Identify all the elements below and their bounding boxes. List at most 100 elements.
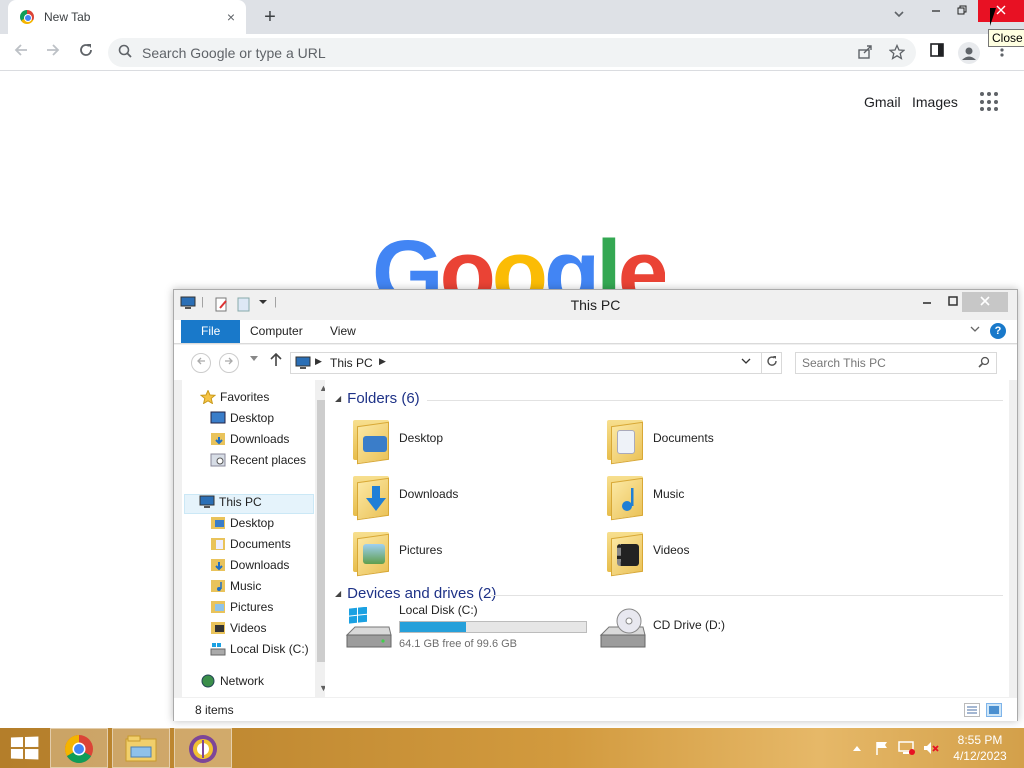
large-icons-view-icon[interactable] <box>986 703 1002 717</box>
back-icon[interactable] <box>10 42 32 64</box>
nav-fav-downloads[interactable]: Downloads <box>210 432 289 452</box>
start-button[interactable] <box>0 728 48 768</box>
this-pc-icon <box>295 356 311 370</box>
taskbar-chrome[interactable] <box>50 728 108 768</box>
nav-this-pc[interactable]: This PC <box>184 494 314 514</box>
images-link[interactable]: Images <box>912 94 958 110</box>
nav-label: Pictures <box>230 600 274 614</box>
folder-label: Downloads <box>399 487 459 501</box>
apps-grid-icon[interactable] <box>980 92 1000 112</box>
logo-letter: e <box>617 222 665 292</box>
back-icon[interactable] <box>191 353 211 373</box>
collapse-triangle-icon[interactable]: ◢ <box>335 394 341 403</box>
forward-icon[interactable] <box>219 353 239 373</box>
breadcrumb-arrow-icon[interactable]: ▶ <box>379 356 386 367</box>
folder-tile-pictures[interactable]: Pictures <box>349 524 589 577</box>
drive-free-space: 64.1 GB free of 99.6 GB <box>399 638 518 650</box>
system-clock[interactable]: 8:55 PM 4/12/2023 <box>948 732 1012 764</box>
omnibox-input[interactable] <box>142 42 822 63</box>
up-arrow-icon[interactable] <box>270 352 282 372</box>
explorer-titlebar[interactable]: | | This PC <box>174 290 1017 320</box>
explorer-close-button[interactable] <box>962 292 1008 312</box>
folder-label: Pictures <box>399 543 443 557</box>
nav-fav-desktop[interactable]: Desktop <box>210 411 274 431</box>
tab-view[interactable]: View <box>317 320 369 343</box>
folder-tile-documents[interactable]: Documents <box>603 412 843 465</box>
breadcrumb-this-pc[interactable]: This PC <box>330 356 373 370</box>
folders-group-header[interactable]: ◢ Folders (6) <box>335 390 420 407</box>
nav-pc-pictures[interactable]: Pictures <box>210 600 273 620</box>
windows-logo-icon <box>10 736 39 760</box>
nav-network[interactable]: Network <box>200 674 264 694</box>
profile-icon[interactable] <box>958 42 980 64</box>
nav-pc-music[interactable]: Music <box>210 579 261 599</box>
folder-tile-desktop[interactable]: Desktop <box>349 412 589 465</box>
nav-label: Network <box>220 674 265 688</box>
search-icon[interactable] <box>978 356 990 371</box>
folder-label: Desktop <box>399 431 444 445</box>
tab-new-tab[interactable]: New Tab × <box>8 0 246 34</box>
side-panel-icon[interactable] <box>926 42 948 64</box>
omnibox[interactable] <box>108 38 916 67</box>
show-hidden-icons-icon[interactable] <box>852 741 862 755</box>
folder-tile-videos[interactable]: Videos <box>603 524 843 577</box>
scrollbar-thumb[interactable] <box>317 400 325 662</box>
volume-muted-icon[interactable] <box>922 740 940 759</box>
tab-close-button[interactable]: × <box>222 8 240 26</box>
new-tab-button[interactable]: + <box>258 6 282 28</box>
nav-pc-documents[interactable]: Documents <box>210 537 291 557</box>
taskbar-tor-browser[interactable] <box>174 728 232 768</box>
folder-label: Documents <box>653 431 714 445</box>
recent-locations-icon[interactable] <box>250 355 258 364</box>
explorer-minimize-button[interactable] <box>914 292 940 312</box>
nav-favorites[interactable]: Favorites <box>199 389 269 410</box>
nav-pc-downloads[interactable]: Downloads <box>210 558 289 578</box>
expand-ribbon-icon[interactable] <box>970 324 980 337</box>
drive-tile-cd-drive[interactable]: CD Drive (D:) <box>599 603 859 655</box>
nav-recent-places[interactable]: Recent places <box>210 453 306 473</box>
address-field[interactable]: ▶ This PC ▶ <box>290 352 782 374</box>
nav-pc-videos[interactable]: Videos <box>210 621 266 641</box>
logo-letter: o <box>439 222 496 292</box>
details-view-icon[interactable] <box>964 703 980 717</box>
nav-pc-desktop[interactable]: Desktop <box>210 516 274 536</box>
nav-label: Recent places <box>230 453 307 467</box>
restore-button[interactable] <box>948 0 976 22</box>
collapse-triangle-icon[interactable]: ◢ <box>335 589 341 598</box>
explorer-search[interactable] <box>795 352 997 374</box>
nav-pc-local-disk[interactable]: Local Disk (C:) <box>210 642 309 662</box>
refresh-icon[interactable] <box>761 353 781 373</box>
nav-scrollbar[interactable]: ▲ ▼ <box>315 380 325 697</box>
mouse-cursor <box>990 8 1002 26</box>
gmail-link[interactable]: Gmail <box>864 94 901 110</box>
tab-search-icon[interactable] <box>890 8 908 26</box>
tab-computer[interactable]: Computer <box>237 320 316 343</box>
bookmark-star-icon[interactable] <box>888 43 906 62</box>
action-center-flag-icon[interactable] <box>874 740 890 759</box>
star-icon <box>199 389 217 405</box>
reload-icon[interactable] <box>75 42 97 64</box>
help-icon[interactable]: ? <box>990 323 1006 339</box>
item-count: 8 items <box>195 703 234 717</box>
tab-file[interactable]: File <box>181 320 241 343</box>
folder-tile-music[interactable]: Music <box>603 468 843 521</box>
drive-tile-local-disk[interactable]: Local Disk (C:) 64.1 GB free of 99.6 GB <box>345 603 605 655</box>
forward-icon[interactable] <box>42 42 64 64</box>
nav-label: Desktop <box>230 516 275 530</box>
address-dropdown-icon[interactable] <box>741 356 751 368</box>
share-icon[interactable] <box>856 44 874 62</box>
network-status-icon[interactable] <box>898 740 916 759</box>
logo-letter: o <box>491 222 548 292</box>
taskbar-file-explorer[interactable] <box>112 728 170 768</box>
downloads-folder-icon <box>349 468 393 521</box>
content-pane: ◢ Folders (6) Desktop Documents Downloads… <box>325 380 1009 697</box>
devices-group-header[interactable]: ◢ Devices and drives (2) <box>335 585 496 602</box>
minimize-button[interactable] <box>922 0 950 22</box>
downloads-folder-icon <box>210 432 226 446</box>
breadcrumb-arrow-icon[interactable]: ▶ <box>315 356 322 367</box>
scroll-down-icon[interactable]: ▼ <box>315 680 325 697</box>
address-bar-row: ▶ This PC ▶ <box>174 345 1017 380</box>
folder-tile-downloads[interactable]: Downloads <box>349 468 589 521</box>
search-input[interactable] <box>802 355 972 371</box>
scroll-up-icon[interactable]: ▲ <box>315 380 325 397</box>
